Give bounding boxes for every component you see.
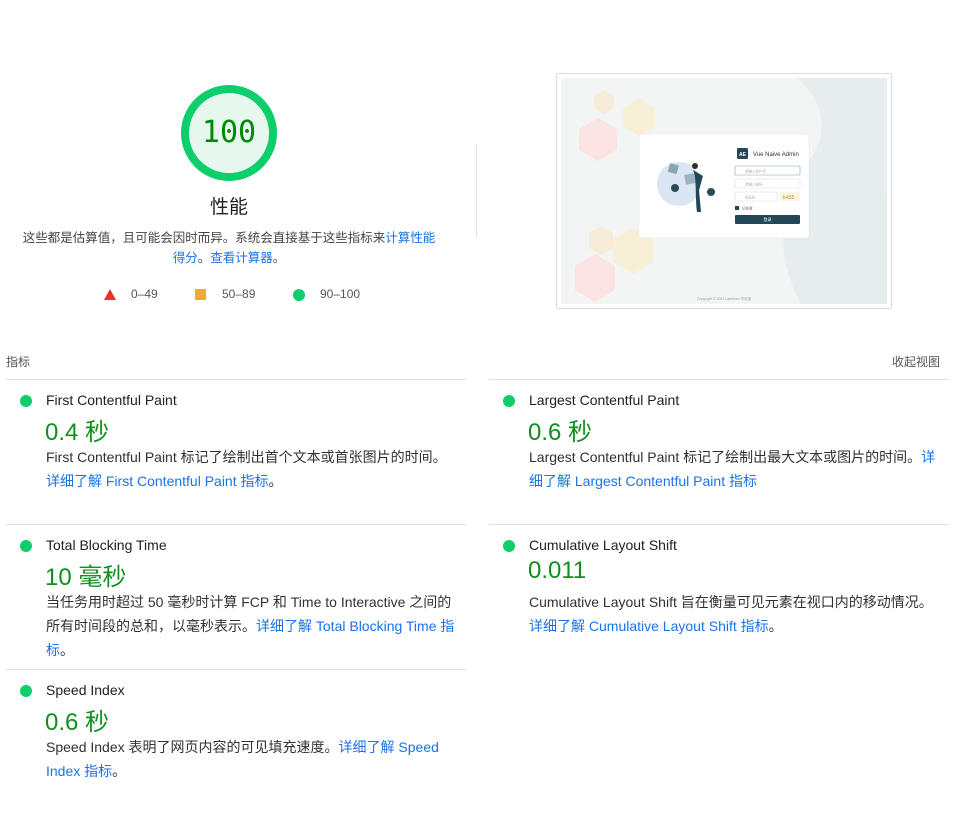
metric-title: First Contentful Paint bbox=[46, 392, 177, 408]
metric-desc-text: Speed Index 表明了网页内容的可见填充速度。 bbox=[46, 739, 339, 755]
metric-desc-text: Cumulative Layout Shift 旨在衡量可见元素在视口内的移动情… bbox=[529, 594, 933, 610]
metric-first-contentful-paint: First Contentful Paint 0.4 秒 First Conte… bbox=[6, 379, 466, 524]
metric-description: 当任务用时超过 50 毫秒时计算 FCP 和 Time to Interacti… bbox=[46, 590, 458, 662]
metric-description: Cumulative Layout Shift 旨在衡量可见元素在视口内的移动情… bbox=[529, 590, 943, 638]
collapse-view-button[interactable]: 收起视图 bbox=[892, 353, 940, 370]
metric-speed-index: Speed Index 0.6 秒 Speed Index 表明了网页内容的可见… bbox=[6, 669, 466, 814]
score-title: 性能 bbox=[209, 197, 248, 218]
metric-title: Total Blocking Time bbox=[46, 537, 167, 553]
pass-circle-icon bbox=[20, 395, 32, 407]
metric-value: 0.011 bbox=[528, 557, 587, 584]
performance-score-gauge: 100 bbox=[180, 84, 278, 182]
metric-desc-end: 。 bbox=[60, 642, 74, 658]
view-calculator-link[interactable]: 查看计算器 bbox=[210, 251, 273, 265]
metric-desc-text: Largest Contentful Paint 标记了绘制出最大文本或图片的时… bbox=[529, 449, 922, 465]
final-screenshot[interactable]: AE Vue Naive Admin 请输入用户名 请输入密码 验证码 k4S5… bbox=[556, 73, 892, 309]
metric-value: 0.4 秒 bbox=[45, 419, 110, 446]
fail-triangle-icon bbox=[104, 289, 116, 300]
metrics-heading: 指标 bbox=[6, 355, 31, 369]
legend-range-pass: 90–100 bbox=[320, 287, 361, 301]
thumb-password-placeholder: 请输入密码 bbox=[745, 182, 763, 187]
pass-circle-icon bbox=[503, 395, 515, 407]
score-legend: 0–49 50–89 90–100 bbox=[104, 287, 404, 303]
metric-value: 0.6 秒 bbox=[45, 709, 110, 736]
score-value: 100 bbox=[201, 115, 257, 150]
thumb-captcha-text: k4S5 bbox=[783, 195, 795, 201]
score-desc-end: 。 bbox=[272, 251, 286, 265]
metric-description: Largest Contentful Paint 标记了绘制出最大文本或图片的时… bbox=[529, 445, 943, 493]
metric-total-blocking-time: Total Blocking Time 10 毫秒 当任务用时超过 50 毫秒时… bbox=[6, 524, 466, 669]
metric-description: First Contentful Paint 标记了绘制出首个文本或首张图片的时… bbox=[46, 445, 458, 493]
learn-more-cls-link[interactable]: 详细了解 Cumulative Layout Shift 指标 bbox=[529, 618, 769, 634]
metric-desc-end: 。 bbox=[268, 473, 283, 489]
legend-range-fail: 0–49 bbox=[131, 287, 158, 301]
thumb-username-placeholder: 请输入用户名 bbox=[745, 169, 766, 174]
average-square-icon bbox=[195, 289, 206, 300]
thumb-footer: Copyright © 2022 Lanniven 不可用 bbox=[697, 296, 751, 301]
pass-circle-icon bbox=[293, 289, 305, 301]
legend-range-average: 50–89 bbox=[222, 287, 256, 301]
score-desc-text: 这些都是估算值，且可能会因时而异。系统会直接基于这些指标来 bbox=[22, 231, 386, 245]
score-desc-sep: 。 bbox=[197, 251, 211, 265]
pass-circle-icon bbox=[20, 685, 32, 697]
metric-desc-end: 。 bbox=[768, 618, 783, 634]
metric-value: 10 毫秒 bbox=[45, 564, 127, 591]
metric-title: Largest Contentful Paint bbox=[529, 392, 680, 408]
metric-cumulative-layout-shift: Cumulative Layout Shift 0.011 Cumulative… bbox=[489, 524, 949, 669]
metric-title: Speed Index bbox=[46, 682, 125, 698]
login-page-thumbnail: AE Vue Naive Admin 请输入用户名 请输入密码 验证码 k4S5… bbox=[561, 78, 887, 304]
metric-value: 0.6 秒 bbox=[528, 419, 593, 446]
pass-circle-icon bbox=[503, 540, 515, 552]
thumb-logo-text: AE bbox=[739, 152, 747, 158]
login-card: AE Vue Naive Admin 请输入用户名 请输入密码 验证码 k4S5… bbox=[638, 133, 810, 239]
metric-desc-end: 。 bbox=[112, 763, 127, 779]
score-description: 这些都是估算值，且可能会因时而异。系统会直接基于这些指标来计算性能得分。查看计算… bbox=[22, 228, 436, 268]
metric-description: Speed Index 表明了网页内容的可见填充速度。详细了解 Speed In… bbox=[46, 735, 458, 783]
thumb-app-name: Vue Naive Admin bbox=[753, 152, 799, 158]
metric-desc-text: First Contentful Paint 标记了绘制出首个文本或首张图片的时… bbox=[46, 449, 447, 465]
learn-more-fcp-link[interactable]: 详细了解 First Contentful Paint 指标 bbox=[46, 473, 269, 489]
thumb-remember-label: 记住我 bbox=[742, 206, 753, 211]
pass-circle-icon bbox=[20, 540, 32, 552]
vertical-divider bbox=[476, 144, 477, 238]
thumb-login-button: 登录 bbox=[764, 216, 772, 222]
thumb-captcha-placeholder: 验证码 bbox=[745, 195, 756, 200]
metric-largest-contentful-paint: Largest Contentful Paint 0.6 秒 Largest C… bbox=[489, 379, 949, 524]
metric-title: Cumulative Layout Shift bbox=[529, 537, 677, 553]
